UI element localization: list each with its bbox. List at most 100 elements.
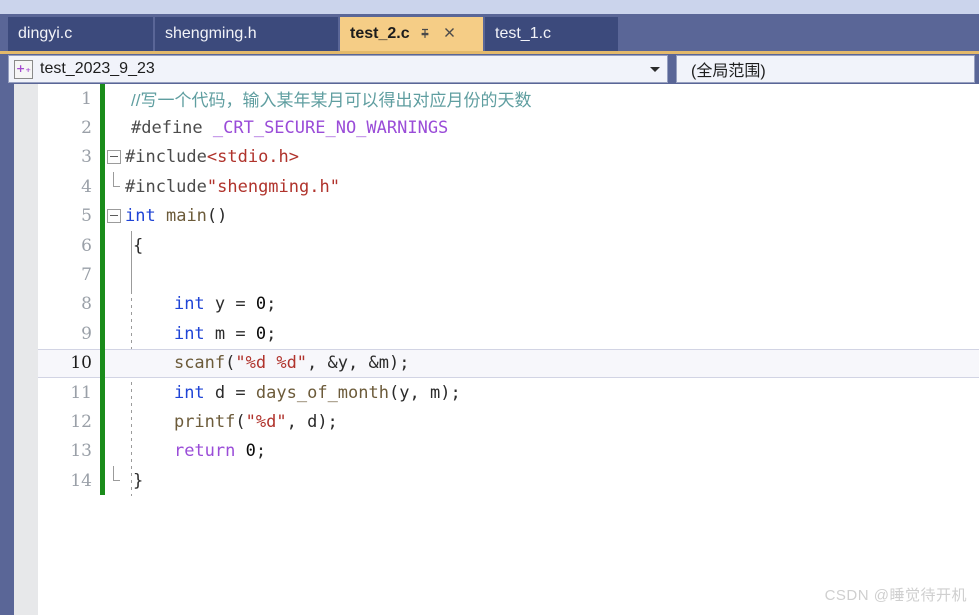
code-line[interactable]: 11 int d = days_of_month(y, m); [38,377,979,408]
code-line[interactable]: 3 #include<stdio.h> [38,142,979,173]
outline-glyph [105,290,123,319]
identifier-token: m [214,323,226,344]
collapse-toggle-icon[interactable] [107,208,121,223]
line-number: 2 [81,118,92,139]
code-surface[interactable]: 1 //写一个代码，输入某年某月可以得出对应月份的天数 2 #define _C… [38,84,979,615]
line-number: 12 [70,411,92,432]
outline-glyph[interactable] [105,143,123,172]
identifier-token: y [399,382,410,403]
preprocessor-token: #include [125,147,207,168]
line-number: 5 [81,206,92,227]
code-line[interactable]: 4 #include"shengming.h" [38,172,979,202]
keyword-token: int [173,323,205,344]
tab-shengming-h[interactable]: shengming.h [155,17,338,51]
function-token: scanf [173,353,226,374]
outline-glyph [105,349,123,378]
window-top-strip [0,0,979,14]
global-scope-dropdown[interactable]: (全局范围) [676,55,975,83]
outline-connector [113,466,120,482]
code-text: int m = 0; [173,323,277,344]
code-text: int d = days_of_month(y, m); [173,382,461,403]
function-token: main [165,206,207,227]
preprocessor-token: #include [125,176,207,197]
outline-glyph [105,113,123,142]
identifier-token: y [214,294,226,315]
code-text: #include"shengming.h" [123,177,340,197]
code-text: int main() [125,206,228,227]
code-text: //写一个代码，输入某年某月可以得出对应月份的天数 [123,86,531,111]
code-editor[interactable]: 1 //写一个代码，输入某年某月可以得出对应月份的天数 2 #define _C… [0,84,979,615]
code-line[interactable]: 12 printf("%d", d); [38,407,979,437]
code-line[interactable]: 7 [38,260,979,290]
code-line[interactable]: 1 //写一个代码，输入某年某月可以得出对应月份的天数 [38,84,979,114]
global-scope-value: (全局范围) [691,63,766,80]
keyword-token: return [173,441,236,462]
code-text: int y = 0; [173,294,277,315]
number-token: 0 [255,294,267,315]
keyword-token: int [173,382,205,403]
outline-glyph [105,407,123,436]
tab-label: test_2.c [350,25,410,42]
close-icon[interactable] [443,26,456,42]
identifier-token: d [214,382,226,403]
comment-token: //写一个代码，输入某年某月可以得出对应月份的天数 [131,91,532,111]
outline-glyph[interactable] [105,202,123,231]
csdn-watermark: CSDN @睡觉待开机 [824,587,967,604]
collapse-toggle-icon[interactable] [107,149,121,164]
keyword-token: int [173,294,205,315]
cpp-members-icon: +₊ [14,59,33,79]
line-number: 3 [81,147,92,168]
outline-connector [113,172,120,188]
line-number: 11 [70,382,92,403]
code-line[interactable]: 13 return 0; [38,436,979,467]
line-number: 14 [70,470,92,491]
code-text: #include<stdio.h> [123,147,299,167]
tab-label: dingyi.c [18,25,73,42]
macro-token: _CRT_SECURE_NO_WARNINGS [212,118,449,139]
brace-token: } [133,470,144,491]
code-line[interactable]: 6 { [38,230,979,261]
number-token: 0 [255,323,267,344]
outline-glyph [105,84,123,113]
outline-glyph [105,437,123,466]
member-scope-value: test_2023_9_23 [40,60,155,77]
line-number: 9 [81,323,92,344]
tab-dingyi-c[interactable]: dingyi.c [8,17,153,51]
code-line[interactable]: 9 int m = 0; [38,319,979,349]
code-line[interactable]: 8 int y = 0; [38,289,979,320]
line-number: 1 [81,88,92,109]
tab-label: shengming.h [165,25,257,42]
visual-studio-editor-window: dingyi.c shengming.h test_2.c test_1.c +… [0,0,979,615]
code-text: #define _CRT_SECURE_NO_WARNINGS [123,118,448,138]
member-scope-dropdown[interactable]: +₊ test_2023_9_23 [8,55,668,83]
tab-test-1-c[interactable]: test_1.c [485,17,618,51]
line-number: 10 [70,353,92,374]
editor-left-edge [0,84,14,615]
function-token: printf [173,411,236,432]
selection-margin[interactable] [14,84,38,615]
identifier-token: d [307,411,318,432]
keyword-token: int [125,206,156,227]
tab-label: test_1.c [495,25,552,42]
code-line-current[interactable]: 10 scanf("%d %d", &y, &m); [38,348,979,378]
outline-glyph [105,319,123,348]
preprocessor-token: #define [131,118,213,139]
code-text: printf("%d", d); [173,411,338,432]
code-text: } [123,471,143,491]
line-number: 13 [70,441,92,462]
outline-glyph [105,231,123,260]
string-token: "%d %d" [235,353,308,374]
editor-tab-bar: dingyi.c shengming.h test_2.c test_1.c [0,14,979,51]
code-line[interactable]: 5 int main() [38,201,979,231]
outline-glyph [105,260,123,289]
line-number: 4 [81,176,92,197]
include-path-token: "shengming.h" [206,176,340,197]
string-token: "%d" [245,411,287,432]
code-line[interactable]: 2 #define _CRT_SECURE_NO_WARNINGS [38,113,979,143]
pin-icon[interactable] [419,27,432,42]
line-number: 7 [81,265,92,286]
outline-glyph [105,172,123,201]
tab-test-2-c[interactable]: test_2.c [340,17,483,51]
chevron-down-icon[interactable] [650,66,660,72]
code-line[interactable]: 14 } [38,466,979,496]
